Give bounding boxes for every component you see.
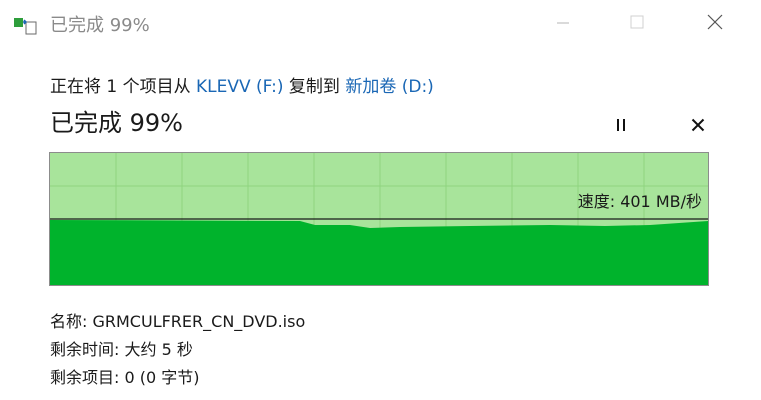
copy-description: 正在将 1 个项目从 KLEVV (F:) 复制到 新加卷 (D:) xyxy=(50,75,434,99)
copy-middle-text: 复制到 xyxy=(283,77,346,97)
minimize-button[interactable] xyxy=(540,4,586,44)
copy-transfer-icon xyxy=(14,16,38,36)
items-remaining-value: 0 (0 字节) xyxy=(124,368,200,387)
title-bar: 已完成 99% xyxy=(0,0,761,52)
transfer-speed-graph: 速度: 401 MB/秒 xyxy=(49,152,709,286)
detail-file-name: 名称: GRMCULFRER_CN_DVD.iso xyxy=(50,311,305,333)
window-title: 已完成 99% xyxy=(50,15,150,36)
detail-time-remaining: 剩余时间: 大约 5 秒 xyxy=(50,339,193,361)
close-icon xyxy=(691,117,705,136)
speed-label: 速度: 401 MB/秒 xyxy=(577,192,702,211)
cancel-copy-button[interactable] xyxy=(682,112,714,140)
copy-prefix-text: 正在将 1 个项目从 xyxy=(50,77,197,97)
source-drive-link[interactable]: KLEVV (F:) xyxy=(196,77,283,97)
time-remaining-label: 剩余时间: xyxy=(50,340,125,359)
detail-items-remaining: 剩余项目: 0 (0 字节) xyxy=(50,367,200,389)
maximize-icon xyxy=(629,14,645,34)
window-close-button[interactable] xyxy=(692,4,738,44)
maximize-button[interactable] xyxy=(614,4,660,44)
file-name-label: 名称: xyxy=(50,312,93,331)
minimize-icon xyxy=(556,15,570,34)
window-close-icon xyxy=(706,13,724,35)
file-name-value: GRMCULFRER_CN_DVD.iso xyxy=(92,312,306,331)
speed-area xyxy=(50,218,708,285)
pause-icon xyxy=(614,117,628,136)
time-remaining-value: 大约 5 秒 xyxy=(124,340,193,359)
destination-drive-link[interactable]: 新加卷 (D:) xyxy=(345,77,434,97)
pause-button[interactable] xyxy=(605,112,637,140)
progress-title: 已完成 99% xyxy=(50,109,183,137)
items-remaining-label: 剩余项目: xyxy=(50,368,125,387)
